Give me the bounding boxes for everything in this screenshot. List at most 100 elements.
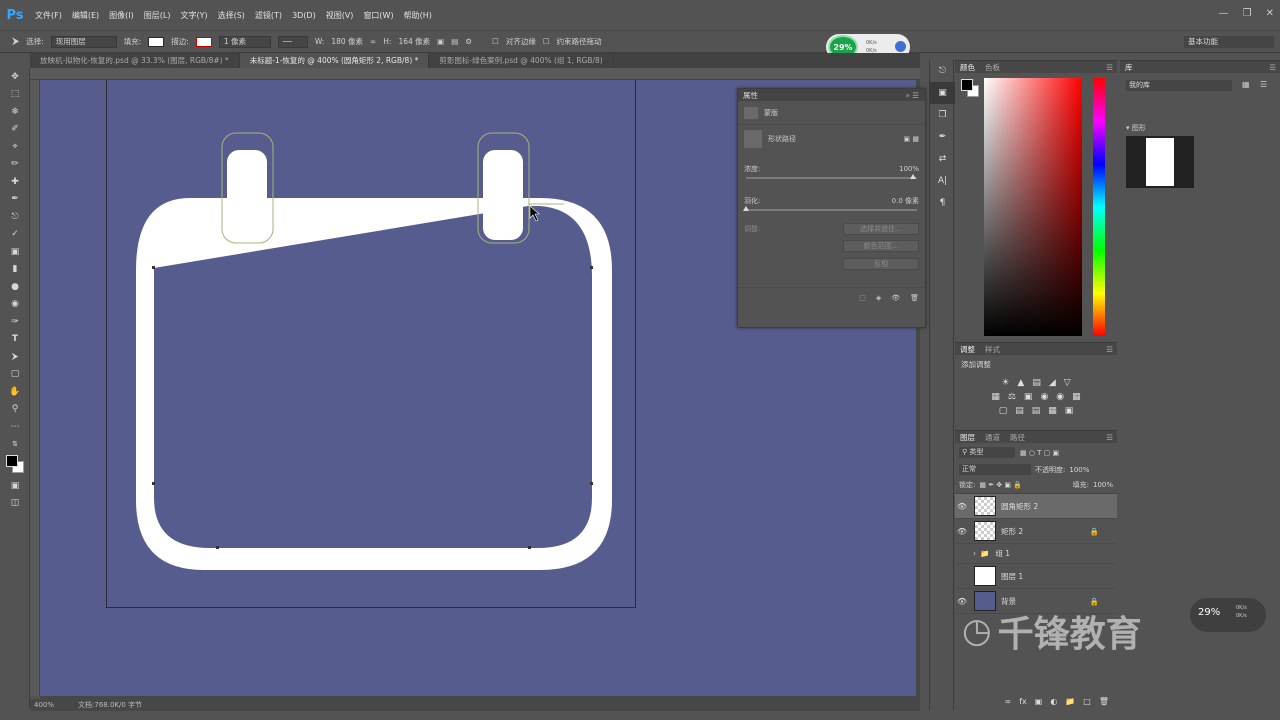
load-selection-icon[interactable]: ⬚ [859, 294, 866, 302]
screen-mode-icon[interactable]: ◫ [0, 495, 30, 513]
quick-select-tool-icon[interactable]: ✐ [0, 121, 30, 139]
brush-tool-icon[interactable]: ✒ [0, 191, 30, 209]
density-value[interactable]: 100% [899, 165, 919, 173]
lock-icons[interactable]: ▦ ✒ ✥ ▣ 🔒 [979, 481, 1022, 489]
close-icon[interactable]: ✕ [1266, 8, 1274, 19]
quick-mask-icon[interactable]: ▣ [0, 477, 30, 495]
path-select-tool-icon[interactable]: ⮞ [12, 36, 19, 47]
balance-icon[interactable]: ⚖ [1008, 392, 1016, 402]
grid-view-icon[interactable]: ▦ [1242, 80, 1250, 89]
panel-menu-icon[interactable]: ☰ [1269, 63, 1276, 72]
menu-image[interactable]: 图像(I) [104, 10, 139, 21]
opacity-field[interactable]: 100% [1069, 466, 1089, 474]
layer-row-layer-1[interactable]: 图层 1 [955, 564, 1117, 589]
visibility-icon[interactable]: 👁 [891, 294, 900, 302]
feather-value[interactable]: 0.0 像素 [892, 196, 919, 206]
lookup-icon[interactable]: ▦ [1072, 392, 1081, 402]
healing-tool-icon[interactable]: ✚ [0, 173, 30, 191]
select-dropdown[interactable]: 现用图层 [50, 35, 117, 48]
eyedropper-tool-icon[interactable]: ✏ [0, 156, 30, 174]
menu-select[interactable]: 选择(S) [213, 10, 250, 21]
performance-widget-2[interactable]: 29% 0K/s 0K/s [1190, 598, 1266, 632]
new-layer-icon[interactable]: □ [1083, 697, 1091, 706]
layer-name[interactable]: 组 1 [995, 548, 1010, 559]
layer-name[interactable]: 图层 1 [1001, 571, 1023, 582]
blend-mode-dropdown[interactable]: 正常 [959, 464, 1031, 475]
tab-projector-doc[interactable]: 放映机-拟物化-恢复的.psd @ 33.3% (图层, RGB/8#) * [30, 53, 240, 68]
blur-tool-icon[interactable]: ● [0, 278, 30, 296]
shape-tool-icon[interactable]: ▢ [0, 366, 30, 384]
layer-filter-dropdown[interactable]: ⚲ 类型 [959, 447, 1015, 458]
link-icon[interactable]: ∞ [370, 37, 376, 46]
filter-icons[interactable]: ▦ ○ T ▢ ▣ [1020, 449, 1059, 457]
history-brush-icon[interactable]: ✓ [0, 226, 30, 244]
menu-layer[interactable]: 图层(L) [139, 10, 176, 21]
stroke-swatch[interactable] [195, 36, 212, 47]
history-icon[interactable]: ⎋ [930, 60, 955, 82]
tab-layers[interactable]: 图层 [955, 432, 980, 443]
zoom-tool-icon[interactable]: ⚲ [0, 401, 30, 419]
fill-field[interactable]: 100% [1093, 481, 1113, 489]
marquee-tool-icon[interactable]: ⬚ [0, 86, 30, 104]
layer-row-rounded-rect-2[interactable]: 👁 圆角矩形 2 [955, 494, 1117, 519]
pen-tool-icon[interactable]: ✑ [0, 313, 30, 331]
density-slider[interactable] [746, 174, 917, 179]
curves-icon[interactable]: ▤ [1032, 378, 1041, 388]
stroke-width-field[interactable]: 1 像素 [218, 35, 271, 48]
list-view-icon[interactable]: ☰ [1260, 80, 1267, 89]
crop-tool-icon[interactable]: ⌖ [0, 138, 30, 156]
gradient-tool-icon[interactable]: ▮ [0, 261, 30, 279]
menu-window[interactable]: 窗口(W) [358, 10, 398, 21]
selective-color-icon[interactable]: ▣ [1065, 406, 1074, 416]
color-swatches[interactable] [0, 453, 30, 477]
character-icon[interactable]: A| [930, 170, 955, 192]
new-group-icon[interactable]: 📁 [1065, 697, 1075, 706]
posterize-icon[interactable]: ▤ [1015, 406, 1024, 416]
add-mask-icon[interactable]: ▣ ▦ [904, 135, 919, 143]
gradient-map-icon[interactable]: ▦ [1048, 406, 1057, 416]
minimize-icon[interactable]: — [1219, 8, 1229, 19]
brush-presets-icon[interactable]: ✒ [930, 126, 955, 148]
photo-filter-icon[interactable]: ◉ [1040, 392, 1048, 402]
swap-colors-icon[interactable]: ⇅ [0, 436, 30, 454]
zoom-level[interactable]: 400% [34, 701, 54, 709]
fill-swatch[interactable] [148, 36, 165, 47]
eraser-tool-icon[interactable]: ▣ [0, 243, 30, 261]
hue-icon[interactable]: ▦ [991, 392, 1000, 402]
navigator-icon[interactable]: ▣ [930, 82, 955, 104]
invert-button[interactable]: 反相 [843, 258, 919, 270]
tab-swatches[interactable]: 色板 [980, 62, 1005, 73]
more-tools-icon[interactable]: ⋯ [0, 418, 30, 436]
stroke-style-dropdown[interactable]: ── [277, 35, 308, 48]
tab-untitled-doc[interactable]: 未标题-1-恢复的 @ 400% (圆角矩形 2, RGB/8) * [239, 53, 430, 68]
menu-view[interactable]: 视图(V) [321, 10, 359, 21]
tab-paths[interactable]: 路径 [1005, 432, 1030, 443]
constrain-checkbox[interactable]: ☐ [543, 37, 550, 46]
menu-help[interactable]: 帮助(H) [399, 10, 437, 21]
restore-icon[interactable]: ❐ [1243, 8, 1252, 19]
hue-slider[interactable] [1093, 78, 1105, 336]
fx-icon[interactable]: fx [1019, 697, 1027, 706]
lasso-tool-icon[interactable]: ❄ [0, 103, 30, 121]
layer-row-rect-2[interactable]: 👁 矩形 2 🔒 [955, 519, 1117, 544]
menu-file[interactable]: 文件(F) [30, 10, 67, 21]
visibility-eye-icon[interactable]: 👁 [955, 527, 969, 536]
align-edges-checkbox[interactable]: ☐ [492, 37, 499, 46]
tool-presets-icon[interactable]: ⇄ [930, 148, 955, 170]
move-tool-icon[interactable]: ✥ [0, 68, 30, 86]
new-adjustment-icon[interactable]: ◐ [1050, 697, 1057, 706]
foreground-color[interactable] [961, 79, 973, 91]
height-field[interactable]: 164 像素 [398, 36, 430, 47]
add-mask-icon[interactable]: ▣ [1035, 697, 1043, 706]
clone-source-icon[interactable]: ❐ [930, 104, 955, 126]
menu-edit[interactable]: 编辑(E) [67, 10, 104, 21]
feather-slider[interactable] [743, 206, 917, 211]
bw-icon[interactable]: ▣ [1024, 392, 1033, 402]
layer-name[interactable]: 圆角矩形 2 [1001, 501, 1038, 512]
delete-mask-icon[interactable]: 🗑 [910, 294, 919, 302]
dodge-tool-icon[interactable]: ◉ [0, 296, 30, 314]
threshold-icon[interactable]: ▤ [1032, 406, 1041, 416]
visibility-eye-icon[interactable]: 👁 [955, 597, 969, 606]
exposure-icon[interactable]: ◢ [1049, 378, 1056, 388]
vibrance-icon[interactable]: ▽ [1064, 378, 1071, 388]
